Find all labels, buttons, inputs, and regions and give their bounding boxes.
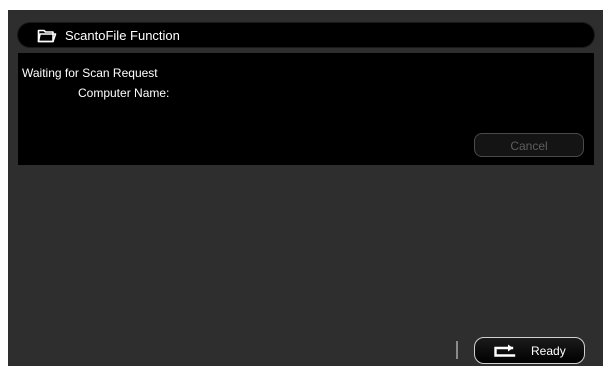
computer-name-label: Computer Name: <box>78 86 170 100</box>
title-bar: ScantoFile Function <box>18 23 594 47</box>
screen-title: ScantoFile Function <box>65 28 180 43</box>
cancel-button[interactable]: Cancel <box>474 133 584 157</box>
scan-status-text: Waiting for Scan Request <box>22 66 158 80</box>
footer-divider <box>456 341 458 359</box>
ready-button[interactable]: Ready <box>474 337 585 364</box>
folder-icon <box>37 29 57 43</box>
scan-to-file-screen: ScantoFile Function Waiting for Scan Req… <box>8 10 603 366</box>
return-arrow-icon <box>494 344 516 357</box>
ready-label: Ready <box>531 344 566 358</box>
